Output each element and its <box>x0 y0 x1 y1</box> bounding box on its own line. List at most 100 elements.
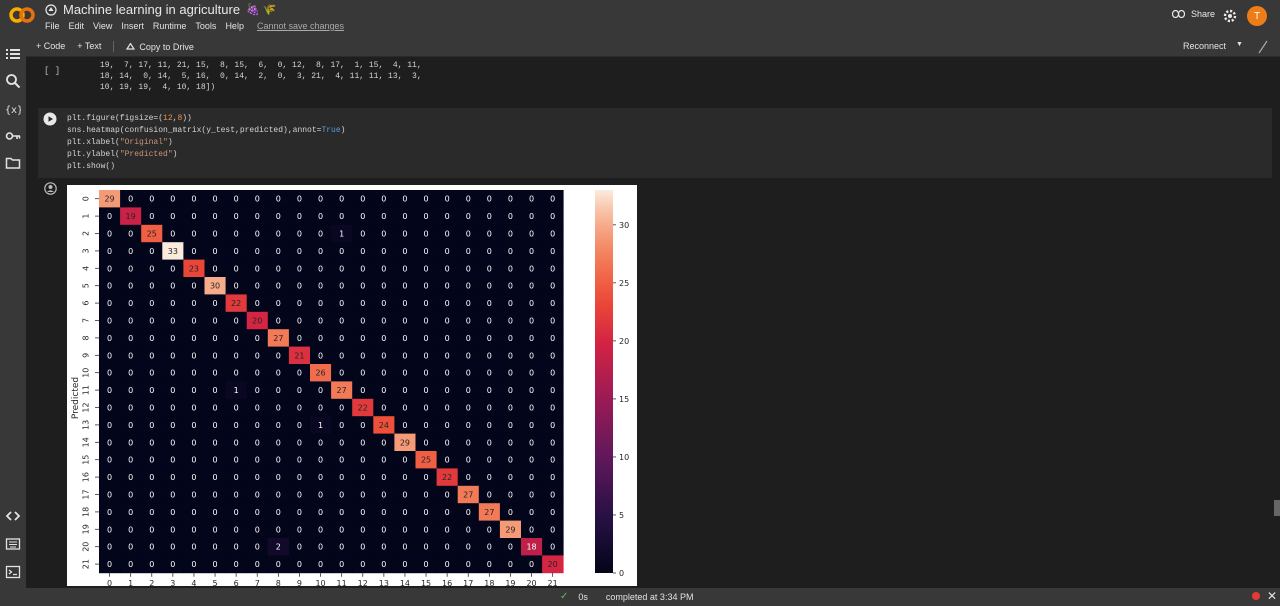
menu-file[interactable]: File <box>45 21 60 31</box>
variables-icon[interactable]: {x} <box>5 101 21 117</box>
cell-annotation: 0 <box>508 456 513 465</box>
cell-annotation: 0 <box>360 351 365 360</box>
cell-annotation: 0 <box>276 317 281 326</box>
cell-annotation: 0 <box>213 508 218 517</box>
scrollbar-thumb[interactable] <box>1274 500 1280 516</box>
cell-annotation: 0 <box>107 491 112 500</box>
menu-tools[interactable]: Tools <box>195 21 216 31</box>
command-palette-icon[interactable] <box>5 536 21 552</box>
cell-annotation: 0 <box>276 195 281 204</box>
cell-annotation: 0 <box>213 404 218 413</box>
notebook-title[interactable]: Machine learning in agriculture <box>63 2 240 17</box>
chevron-down-icon[interactable]: ▼ <box>1236 41 1243 51</box>
cell-annotation: 0 <box>360 334 365 343</box>
cell-annotation: 0 <box>234 456 239 465</box>
menu-view[interactable]: View <box>93 21 112 31</box>
code-snippets-icon[interactable] <box>5 508 21 524</box>
completed-text: completed at 3:34 PM <box>605 591 694 602</box>
cell-annotation: 0 <box>466 473 471 482</box>
code-line: plt.figure(figsize=(12,8)) <box>67 114 192 123</box>
cell-annotation: 0 <box>170 491 175 500</box>
cell-annotation: 0 <box>149 247 154 256</box>
cell-annotation: 0 <box>402 456 407 465</box>
y-tick-label: 15 <box>82 455 91 465</box>
colorbar-tick-label: 30 <box>619 221 629 230</box>
cell-annotation: 0 <box>466 334 471 343</box>
cell-annotation: 0 <box>466 230 471 239</box>
toc-icon[interactable] <box>5 46 21 62</box>
cell-annotation: 0 <box>360 525 365 534</box>
cell-annotation: 27 <box>337 386 347 395</box>
cell-annotation: 0 <box>234 282 239 291</box>
colab-logo-icon[interactable] <box>8 6 36 24</box>
collapse-header-icon[interactable] <box>1257 40 1269 54</box>
cell-annotation: 0 <box>297 438 302 447</box>
cell-annotation: 0 <box>402 247 407 256</box>
menu-bar: File Edit View Insert Runtime Tools Help… <box>45 21 344 31</box>
search-icon[interactable] <box>5 73 21 89</box>
cell-annotation: 0 <box>170 334 175 343</box>
cell-annotation: 0 <box>339 438 344 447</box>
share-button[interactable]: Share <box>1172 9 1215 19</box>
cell-annotation: 0 <box>550 282 555 291</box>
cell-annotation: 0 <box>318 299 323 308</box>
files-folder-icon[interactable] <box>5 155 21 171</box>
terminal-icon[interactable] <box>5 564 21 580</box>
cell-annotation: 0 <box>445 404 450 413</box>
y-tick-label: 2 <box>82 231 91 236</box>
menu-insert[interactable]: Insert <box>121 21 144 31</box>
secrets-key-icon[interactable] <box>5 128 21 144</box>
add-code-button[interactable]: + Code <box>36 41 65 52</box>
cannot-save-link[interactable]: Cannot save changes <box>257 21 344 31</box>
code-editor[interactable]: plt.figure(figsize=(12,8)) sns.heatmap(c… <box>67 113 345 173</box>
cell-annotation: 0 <box>424 438 429 447</box>
cell-annotation: 0 <box>234 247 239 256</box>
cell-annotation: 0 <box>234 560 239 569</box>
cell-annotation: 0 <box>276 404 281 413</box>
x-tick-label: 6 <box>234 579 239 586</box>
cell-annotation: 0 <box>276 299 281 308</box>
cell-annotation: 0 <box>276 456 281 465</box>
cell-annotation: 0 <box>339 508 344 517</box>
cell-annotation: 0 <box>297 369 302 378</box>
cell-annotation: 0 <box>128 404 133 413</box>
copy-to-drive-button[interactable]: Copy to Drive <box>126 41 194 52</box>
cell-annotation: 0 <box>149 421 154 430</box>
colorbar-tick-label: 5 <box>619 511 624 520</box>
cell-annotation: 27 <box>484 508 494 517</box>
menu-help[interactable]: Help <box>225 21 244 31</box>
cell-annotation: 0 <box>318 230 323 239</box>
cell-annotation: 0 <box>550 351 555 360</box>
cell-annotation: 0 <box>213 264 218 273</box>
cell-annotation: 0 <box>508 491 513 500</box>
cell-annotation: 22 <box>358 404 368 413</box>
cell-annotation: 0 <box>297 543 302 552</box>
cell-annotation: 0 <box>529 386 534 395</box>
y-tick-label: 0 <box>82 196 91 201</box>
code-line: plt.xlabel("Original") <box>67 138 173 147</box>
menu-edit[interactable]: Edit <box>69 21 85 31</box>
gear-icon[interactable] <box>1222 8 1238 24</box>
cell-annotation: 0 <box>339 491 344 500</box>
cell-annotation: 0 <box>255 230 260 239</box>
close-icon[interactable]: ✕ <box>1267 589 1277 603</box>
cell-annotation: 0 <box>191 230 196 239</box>
cell-annotation: 0 <box>213 195 218 204</box>
cell-annotation: 0 <box>487 456 492 465</box>
cell-annotation: 0 <box>529 491 534 500</box>
cell-annotation: 29 <box>400 438 410 447</box>
reconnect-button[interactable]: Reconnect ▼ <box>1183 41 1243 51</box>
output-actions-icon[interactable] <box>44 182 57 195</box>
cell-annotation: 0 <box>213 247 218 256</box>
y-tick-label: 5 <box>82 283 91 288</box>
cell-annotation: 0 <box>445 560 450 569</box>
cell-annotation: 0 <box>550 404 555 413</box>
user-avatar[interactable]: T <box>1247 6 1267 26</box>
cell-annotation: 0 <box>445 456 450 465</box>
run-cell-button[interactable] <box>43 112 57 126</box>
prev-cell-run-indicator[interactable]: [ ] <box>44 66 60 76</box>
cell-annotation: 0 <box>381 195 386 204</box>
add-text-button[interactable]: + Text <box>77 41 101 52</box>
menu-runtime[interactable]: Runtime <box>153 21 187 31</box>
cell-annotation: 0 <box>255 351 260 360</box>
